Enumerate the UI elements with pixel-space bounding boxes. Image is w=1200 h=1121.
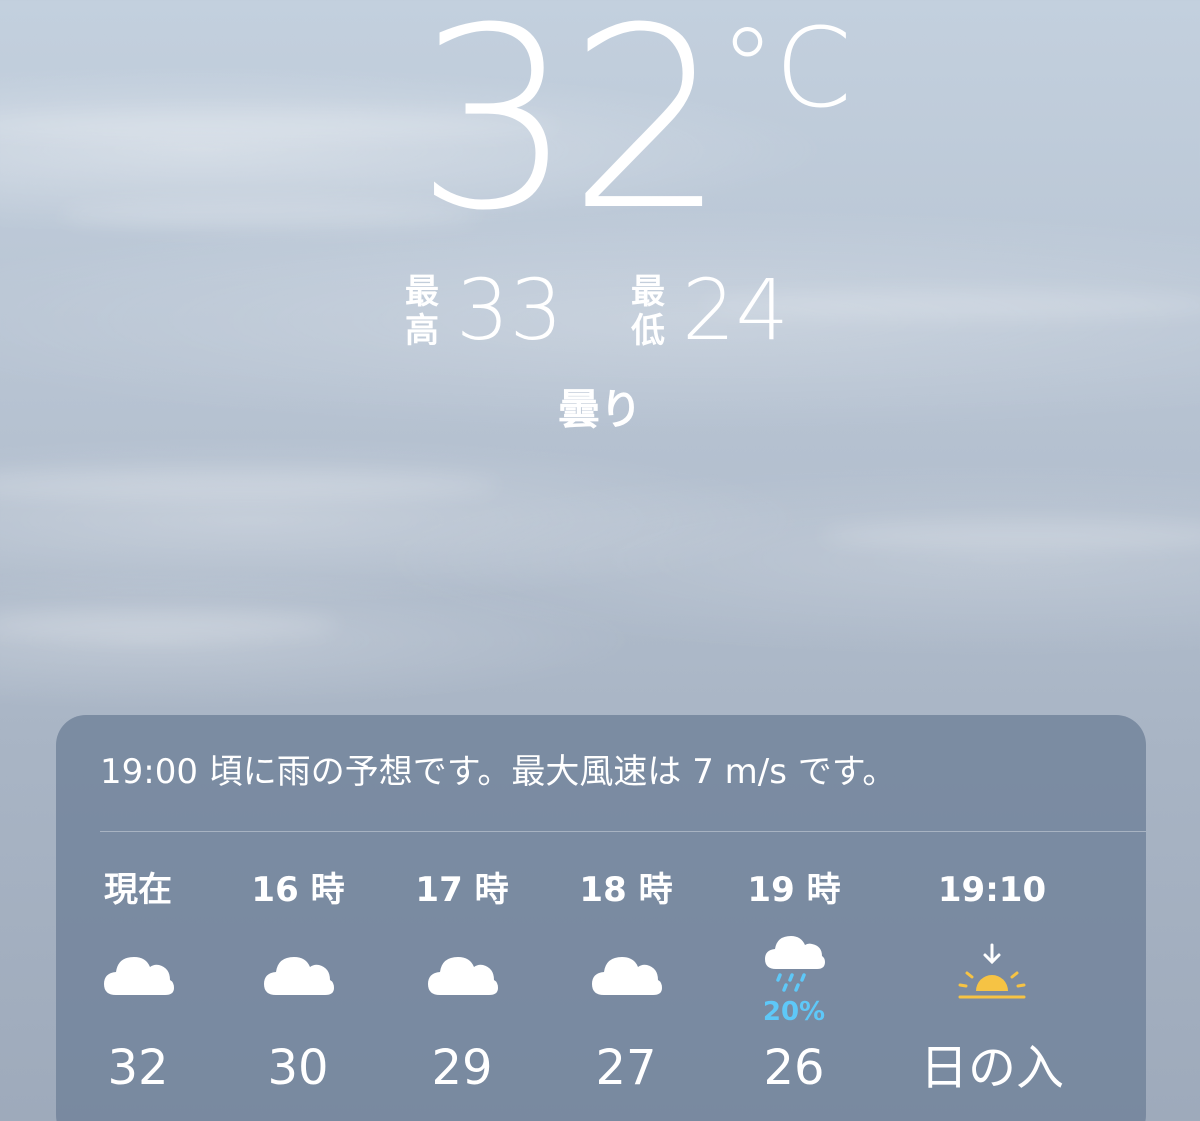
hour-temperature: 30 [267,1040,329,1096]
hour-temperature: 32 [107,1040,169,1096]
hourly-item-now: 現在 32 [58,855,218,1121]
cloud-streak [0,470,500,500]
low-label-text: 最低 [631,272,665,351]
low-value: 24 [682,261,789,359]
high-label-text: 最高 [405,272,439,351]
hour-time: 19:10 [937,870,1047,910]
hourly-item-19: 19 時 20% 26 [714,855,874,1121]
current-temperature: 32 °C [415,0,865,250]
hour-time: 18 時 [579,870,673,910]
precipitation-chance: 20% [762,997,826,1027]
high-value: 33 [456,261,563,359]
hour-time: 19 時 [747,870,841,910]
cloud-icon [586,935,666,1015]
weather-condition: 曇り [557,385,642,434]
cloud-icon [98,935,178,1015]
hour-time: 16 時 [251,870,345,910]
cloud-drizzle-icon [754,923,834,1003]
hour-time: 現在 [104,870,172,910]
current-weather-header: 32 °C 最高 33 最低 24 曇り [0,0,1200,460]
forecast-summary: 19:00 頃に雨の予想です。最大風速は 7 m/s です。 [100,752,897,792]
hourly-item-sunset: 19:10 日の入 [912,855,1072,1121]
high-label: 最高 [400,273,444,351]
temperature-unit: °C [720,4,852,132]
temperature-value: 32 [415,0,727,265]
cloud-icon [258,935,338,1015]
hour-time: 17 時 [415,870,509,910]
hour-temperature: 29 [431,1040,493,1096]
divider [100,831,1146,832]
sunset-label: 日の入 [919,1040,1064,1096]
hourly-item-18: 18 時 27 [546,855,706,1121]
hour-temperature: 27 [595,1040,657,1096]
hour-temperature: 26 [763,1040,825,1096]
hourly-forecast-panel[interactable]: 19:00 頃に雨の予想です。最大風速は 7 m/s です。 現在 32 16 … [56,715,1146,1121]
hourly-item-17: 17 時 29 [382,855,542,1121]
cloud-icon [422,935,502,1015]
low-label: 最低 [626,273,670,351]
sunset-icon [952,935,1032,1015]
high-low-temperatures: 最高 33 最低 24 [400,265,820,355]
cloud-streak [820,520,1200,550]
hourly-item-16: 16 時 30 [218,855,378,1121]
cloud-streak [0,610,340,640]
